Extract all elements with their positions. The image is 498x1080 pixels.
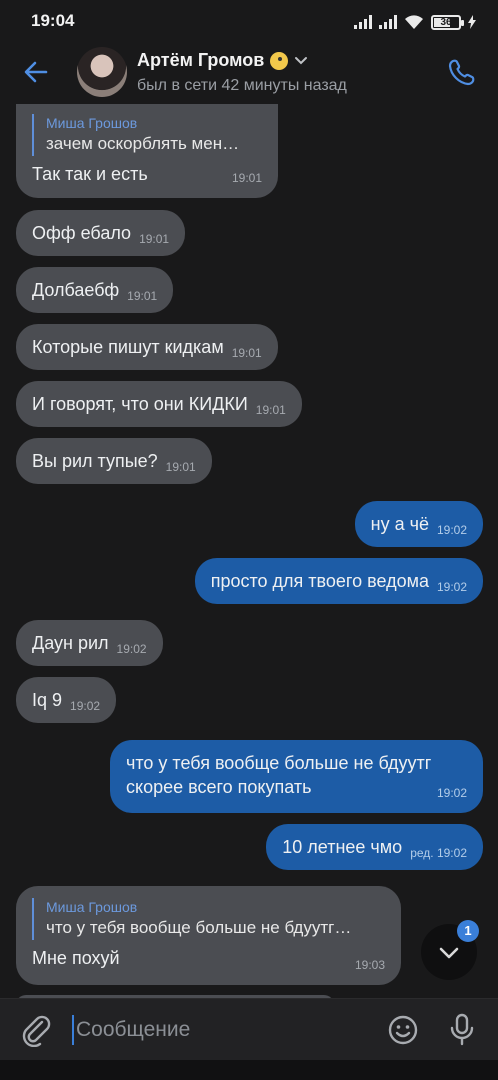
- message-time: 19:03: [354, 958, 385, 972]
- wifi-icon: [405, 15, 423, 29]
- message-bubble[interactable]: Iq 9 19:02: [16, 677, 117, 723]
- chat-title[interactable]: Артём Громов: [137, 50, 264, 71]
- signal-icon-2: [379, 15, 397, 29]
- message-bubble[interactable]: Даун рил 19:02: [16, 620, 163, 666]
- reply-author: Миша Грошов: [46, 115, 138, 131]
- message-text: Которые пишут кидкам: [32, 337, 224, 357]
- message-time: 19:01: [231, 171, 262, 185]
- message-time: 19:01: [165, 460, 196, 474]
- battery-level: 36: [440, 16, 452, 28]
- message-bubble[interactable]: Миша Грошов зачем оскорблять мен… Так та…: [16, 104, 278, 198]
- avatar[interactable]: [77, 47, 127, 97]
- message-text: Даун рил: [32, 633, 109, 653]
- reply-text: зачем оскорблять мен…: [46, 134, 240, 153]
- message-text: 10 летнее чмо: [282, 837, 403, 857]
- message-input[interactable]: [72, 1015, 372, 1045]
- message-time: 19:01: [139, 232, 170, 246]
- status-bar: 19:04 36: [0, 0, 498, 44]
- message-bubble[interactable]: Долбаебф 19:01: [16, 267, 174, 313]
- message-bubble[interactable]: Которые пишут кидкам 19:01: [16, 324, 278, 370]
- signal-icon: [354, 15, 372, 29]
- message-composer: [0, 998, 498, 1060]
- unread-badge: 1: [457, 920, 479, 942]
- message-text: Офф ебало: [32, 223, 132, 243]
- message-bubble-outgoing[interactable]: что у тебя вообще больше не бдуутг скоре…: [110, 740, 483, 813]
- system-navigation-bar: [0, 1060, 498, 1080]
- message-time: 19:02: [436, 786, 467, 800]
- battery-icon: 36: [431, 14, 464, 30]
- chick-emoji-icon: [270, 51, 289, 70]
- message-bubble[interactable]: Вы рил тупые? 19:01: [16, 438, 212, 484]
- message-text-line: что у тебя вообще больше не бдуутг: [126, 753, 432, 773]
- message-text: Долбаебф: [32, 280, 120, 300]
- reply-text: что у тебя вообще больше не бдуутг…: [46, 918, 352, 937]
- message-bubble-outgoing[interactable]: просто для твоего ведома 19:02: [194, 558, 483, 604]
- paperclip-icon[interactable]: [20, 1013, 52, 1047]
- message-time: 19:01: [127, 289, 158, 303]
- message-text-line: скорее всего покупать: [126, 777, 312, 797]
- message-time: 19:02: [436, 580, 467, 594]
- message-time: 19:02: [436, 523, 467, 537]
- message-bubble[interactable]: И говорят, что они КИДКИ 19:01: [16, 381, 302, 427]
- phone-icon[interactable]: [444, 54, 480, 90]
- message-text: Вы рил тупые?: [32, 451, 158, 471]
- back-arrow-icon[interactable]: [18, 54, 54, 90]
- scroll-down-button[interactable]: 1: [421, 920, 479, 980]
- charging-icon: [468, 15, 476, 29]
- status-time: 19:04: [31, 11, 75, 30]
- message-bubble-outgoing[interactable]: 10 летнее чмо ред. 19:02: [266, 824, 483, 870]
- status-icons: 36: [354, 12, 476, 32]
- message-text: Iq 9: [32, 690, 63, 710]
- reply-quote[interactable]: Миша Грошов что у тебя вообще больше не …: [32, 898, 385, 940]
- message-time: 19:02: [70, 699, 101, 713]
- emoji-icon[interactable]: [387, 1014, 419, 1046]
- message-text: И говорят, что они КИДКИ: [32, 394, 248, 414]
- message-text: Так так и есть: [32, 164, 148, 184]
- message-time: 19:01: [231, 346, 262, 360]
- chat-title-row[interactable]: Артём Громов: [137, 50, 308, 71]
- reply-author: Миша Грошов: [46, 899, 138, 915]
- chevron-down-icon[interactable]: [294, 56, 308, 66]
- message-bubble[interactable]: Офф ебало 19:01: [16, 210, 186, 256]
- last-seen-status: был в сети 42 минуты назад: [137, 77, 347, 94]
- message-time: 19:01: [255, 403, 286, 417]
- message-text: Мне похуй: [32, 948, 120, 968]
- microphone-icon[interactable]: [447, 1012, 477, 1048]
- message-text: ну а чё: [370, 514, 429, 534]
- reply-quote[interactable]: Миша Грошов зачем оскорблять мен…: [32, 114, 262, 156]
- message-text: просто для твоего ведома: [210, 571, 429, 591]
- chat-header: Артём Громов был в сети 42 минуты назад: [0, 44, 498, 104]
- message-time: 19:02: [116, 642, 147, 656]
- message-bubble[interactable]: Миша Грошов что у тебя вообще больше не …: [16, 886, 401, 985]
- message-time: ред. 19:02: [410, 846, 467, 860]
- message-bubble-outgoing[interactable]: ну а чё 19:02: [354, 501, 483, 547]
